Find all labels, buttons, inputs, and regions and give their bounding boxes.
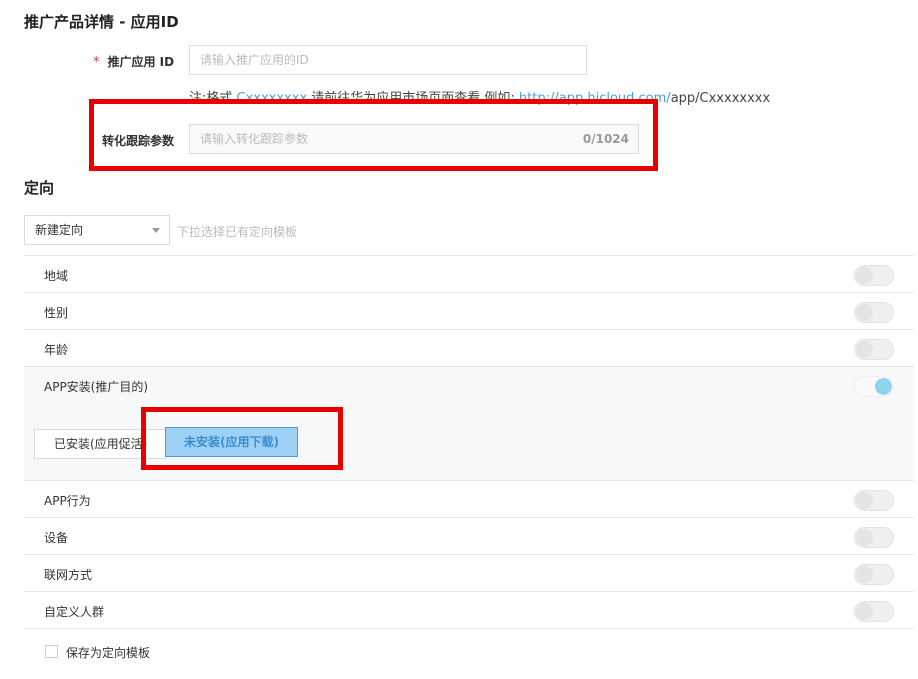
custom-audience-toggle[interactable] [854, 601, 894, 622]
row-label: 自定义人群 [44, 605, 105, 619]
row-label: 设备 [44, 531, 69, 545]
save-template-label: 保存为定向模板 [66, 646, 151, 660]
app-id-label: 推广应用 ID [107, 55, 175, 69]
promo-section-title: 推广产品详情 - 应用ID [24, 13, 179, 31]
device-toggle[interactable] [854, 527, 894, 548]
app-behavior-toggle[interactable] [854, 490, 894, 511]
select-hint: 下拉选择已有定向模板 [177, 225, 298, 239]
select-value: 新建定向 [35, 223, 84, 237]
targeting-row-network: 联网方式 [24, 554, 914, 591]
toggle-knob [875, 378, 892, 395]
targeting-row-app-install: APP安装(推广目的) [24, 366, 914, 403]
targeting-row-custom-audience: 自定义人群 [24, 591, 914, 628]
targeting-row-age: 年龄 [24, 329, 914, 366]
app-id-label-group: * 推广应用 ID [93, 53, 174, 70]
age-toggle[interactable] [854, 339, 894, 360]
toggle-knob [856, 529, 873, 546]
network-toggle[interactable] [854, 564, 894, 585]
targeting-row-app-behavior: APP行为 [24, 480, 914, 517]
highlight-box-install-option [141, 407, 343, 470]
divider [24, 628, 914, 629]
region-toggle[interactable] [854, 265, 894, 286]
targeting-row-device: 设备 [24, 517, 914, 554]
targeting-row-region: 地域 [24, 255, 914, 292]
toggle-knob [856, 492, 873, 509]
toggle-knob [856, 566, 873, 583]
toggle-knob [856, 341, 873, 358]
targeting-template-select[interactable]: 新建定向 [24, 215, 170, 245]
row-label: 性别 [44, 306, 69, 320]
toggle-knob [856, 304, 873, 321]
row-label: 地域 [44, 269, 69, 283]
row-label: 联网方式 [44, 568, 93, 582]
targeting-section-title: 定向 [24, 179, 55, 197]
save-template-checkbox[interactable] [45, 645, 58, 658]
chevron-down-icon [152, 228, 160, 233]
row-label: 年龄 [44, 343, 69, 357]
app-install-toggle[interactable] [854, 376, 894, 397]
row-label: APP行为 [44, 494, 91, 508]
gender-toggle[interactable] [854, 302, 894, 323]
row-label: APP安装(推广目的) [44, 380, 149, 394]
targeting-row-gender: 性别 [24, 292, 914, 329]
toggle-knob [856, 603, 873, 620]
note-suffix: app/Cxxxxxxxx [670, 91, 771, 106]
highlight-box-tracking [89, 99, 658, 171]
app-id-input[interactable]: 请输入推广应用的ID [189, 45, 587, 75]
required-asterisk: * [93, 55, 100, 70]
toggle-knob [856, 267, 873, 284]
